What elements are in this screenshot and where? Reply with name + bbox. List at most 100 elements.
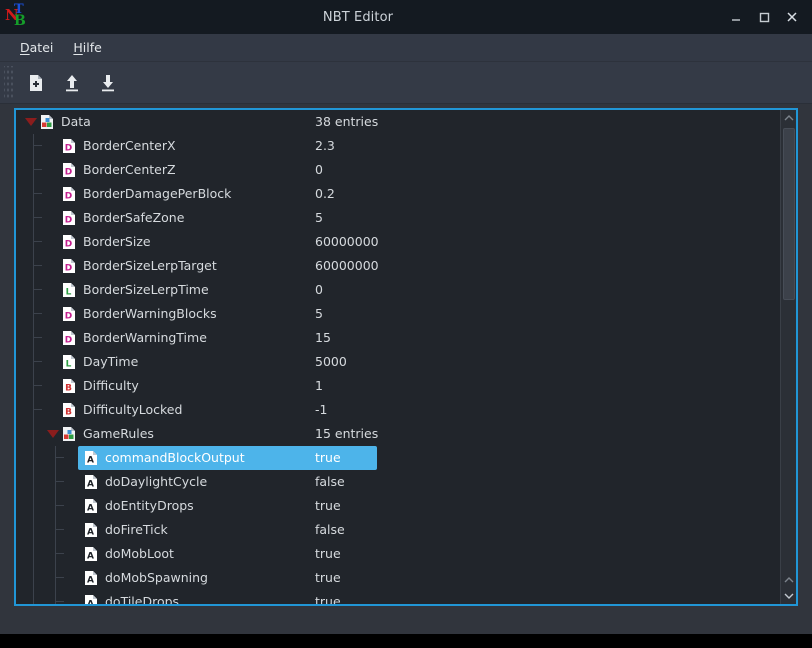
bottom-strip <box>0 634 812 648</box>
tree-row[interactable]: AdoDaylightCycle false <box>16 470 780 494</box>
tree-row-name-cell: D BorderWarningTime <box>44 326 207 350</box>
tree-row[interactable]: AcommandBlockOutput true <box>16 446 780 470</box>
double-icon: D <box>62 162 76 178</box>
svg-text:D: D <box>65 168 72 178</box>
tree-row-name-cell: D BorderSafeZone <box>44 206 184 230</box>
tree-guide-line <box>33 254 42 278</box>
tree-row[interactable]: D BorderSize 60000000 <box>16 230 780 254</box>
scrollbar-thumb[interactable] <box>783 128 795 300</box>
tree-row[interactable]: L BorderSizeLerpTime 0 <box>16 278 780 302</box>
tree-row-value: 0.2 <box>315 186 335 201</box>
tree-row-name-cell: D BorderWarningBlocks <box>44 302 217 326</box>
tree-row[interactable]: D BorderWarningTime 15 <box>16 326 780 350</box>
tree-row-value: -1 <box>315 402 328 417</box>
tree-row-label: DifficultyLocked <box>83 402 183 417</box>
save-file-icon[interactable] <box>91 66 125 100</box>
tree-row[interactable]: L DayTime 5000 <box>16 350 780 374</box>
tree-row-value: true <box>315 546 341 561</box>
tree-row[interactable]: D BorderDamagePerBlock 0.2 <box>16 182 780 206</box>
close-icon[interactable] <box>778 3 806 31</box>
double-icon: D <box>62 210 76 226</box>
tree-row-name-cell: D BorderSize <box>44 230 151 254</box>
svg-text:A: A <box>87 552 94 562</box>
tree-row-name-cell: GameRules <box>44 422 154 446</box>
tree-row-name-cell: L BorderSizeLerpTime <box>44 278 209 302</box>
svg-text:D: D <box>65 336 72 346</box>
long-icon: L <box>62 282 76 298</box>
chevron-down-icon[interactable] <box>22 110 40 134</box>
string-icon: A <box>84 570 98 586</box>
double-icon: D <box>62 330 76 346</box>
tree-row-label: BorderSizeLerpTime <box>83 282 209 297</box>
tree-row[interactable]: D BorderCenterZ 0 <box>16 158 780 182</box>
svg-text:A: A <box>87 600 94 605</box>
string-icon: A <box>84 498 98 514</box>
tree-row[interactable]: Data 38 entries <box>16 110 780 134</box>
tree-row-value: true <box>315 570 341 585</box>
tree-row-value: true <box>315 594 341 604</box>
tree-row[interactable]: B DifficultyLocked -1 <box>16 398 780 422</box>
tree-guide-line <box>55 446 64 470</box>
open-file-icon[interactable] <box>55 66 89 100</box>
tree-row[interactable]: D BorderSafeZone 5 <box>16 206 780 230</box>
scroll-up-bottom-icon[interactable] <box>781 572 796 588</box>
new-file-icon[interactable] <box>19 66 53 100</box>
svg-text:A: A <box>87 504 94 514</box>
svg-text:D: D <box>65 264 72 274</box>
tree-guide-line <box>33 542 34 566</box>
menu-item-datei[interactable]: Datei <box>10 36 63 59</box>
scroll-down-icon[interactable] <box>781 588 796 604</box>
tree-row[interactable]: D BorderWarningBlocks 5 <box>16 302 780 326</box>
tree-row-label: doMobSpawning <box>105 570 208 585</box>
tree-row-name-cell: B Difficulty <box>44 374 139 398</box>
tree-row[interactable]: AdoMobSpawning true <box>16 566 780 590</box>
tree-row[interactable]: AdoEntityDrops true <box>16 494 780 518</box>
svg-text:A: A <box>87 576 94 586</box>
tree-row[interactable]: B Difficulty 1 <box>16 374 780 398</box>
tree-row[interactable]: AdoMobLoot true <box>16 542 780 566</box>
tree-guide-line <box>33 350 42 374</box>
tree-row-value: 38 entries <box>315 114 379 129</box>
tree-row[interactable]: AdoFireTick false <box>16 518 780 542</box>
double-icon: D <box>62 138 76 154</box>
scroll-up-icon[interactable] <box>781 110 796 126</box>
tree-row-value: 2.3 <box>315 138 335 153</box>
toolbar-drag-handle[interactable] <box>4 65 14 100</box>
menu-item-hilfe[interactable]: Hilfe <box>63 36 111 59</box>
byte-icon: B <box>62 402 76 418</box>
nbt-tree-panel: Data 38 entries D BorderCenterX 2.3 D BorderCe… <box>14 108 798 606</box>
tree-row[interactable]: D BorderSizeLerpTarget 60000000 <box>16 254 780 278</box>
string-icon: A <box>84 474 98 490</box>
tree-row[interactable]: D BorderCenterX 2.3 <box>16 134 780 158</box>
tree-vertical-scrollbar[interactable] <box>780 110 796 604</box>
tree-row-value: 0 <box>315 162 323 177</box>
string-icon: A <box>84 450 98 466</box>
tree-row-name-cell: AdoMobLoot <box>66 542 174 566</box>
tree-row-value: true <box>315 498 341 513</box>
svg-text:A: A <box>87 480 94 490</box>
tree-row-name-cell: AdoTileDrops <box>66 590 179 604</box>
tree-row-name-cell: B DifficultyLocked <box>44 398 182 422</box>
chevron-down-icon[interactable] <box>44 422 62 446</box>
tree-row-name-cell: D BorderCenterZ <box>44 158 176 182</box>
tree-guide-line <box>33 590 34 604</box>
tree-guide-line <box>33 398 42 422</box>
menu-accel-h: H <box>73 40 83 55</box>
maximize-icon[interactable] <box>750 3 778 31</box>
tree-row[interactable]: AdoTileDrops true <box>16 590 780 604</box>
tree-row[interactable]: GameRules 15 entries <box>16 422 780 446</box>
nbt-tree[interactable]: Data 38 entries D BorderCenterX 2.3 D BorderCe… <box>16 110 780 604</box>
long-icon: L <box>62 354 76 370</box>
tree-guide-line <box>33 230 42 254</box>
svg-text:D: D <box>65 144 72 154</box>
title-bar: N T B NBT Editor <box>0 0 812 34</box>
tree-guide-line <box>55 494 64 518</box>
minimize-icon[interactable] <box>722 3 750 31</box>
menu-item-hilfe-rest: ilfe <box>82 40 102 55</box>
